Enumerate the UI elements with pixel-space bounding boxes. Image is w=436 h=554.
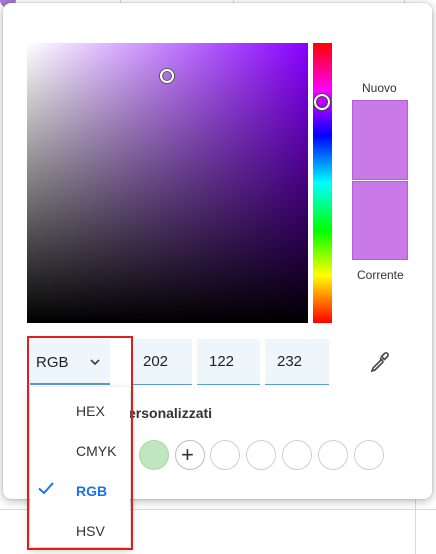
eyedropper-icon[interactable] xyxy=(367,350,391,374)
hue-handle[interactable] xyxy=(314,94,330,110)
custom-color-slot[interactable] xyxy=(139,440,169,470)
color-mode-value: RGB xyxy=(36,354,69,371)
current-color-swatch[interactable] xyxy=(352,181,408,260)
blue-input[interactable]: 232 xyxy=(265,339,329,385)
background-divider xyxy=(415,499,416,554)
dropdown-option-hex[interactable]: HEX xyxy=(30,389,130,429)
add-custom-color-button[interactable]: + xyxy=(175,440,205,470)
hue-slider[interactable] xyxy=(313,43,332,323)
plus-icon: + xyxy=(181,442,194,467)
custom-color-slot-empty[interactable] xyxy=(282,440,312,470)
saturation-value-area[interactable] xyxy=(27,43,308,323)
blue-value: 232 xyxy=(277,353,303,370)
custom-color-slot-empty[interactable] xyxy=(318,440,348,470)
current-color-label: Corrente xyxy=(357,268,404,282)
check-icon xyxy=(38,482,54,495)
chevron-down-icon xyxy=(90,359,100,366)
color-mode-select[interactable]: RGB xyxy=(30,339,110,385)
custom-color-slot-empty[interactable] xyxy=(246,440,276,470)
option-label: HSV xyxy=(76,523,105,539)
option-label: CMYK xyxy=(76,443,117,459)
color-mode-dropdown: HEX CMYK RGB HSV xyxy=(30,387,130,547)
new-color-label: Nuovo xyxy=(362,81,397,95)
green-input[interactable]: 122 xyxy=(197,339,260,385)
dropdown-option-hsv[interactable]: HSV xyxy=(30,509,130,549)
dropdown-option-rgb[interactable]: RGB xyxy=(30,469,130,509)
option-label: RGB xyxy=(76,483,108,499)
dropdown-option-cmyk[interactable]: CMYK xyxy=(30,429,130,469)
custom-color-slot-empty[interactable] xyxy=(354,440,384,470)
new-color-swatch xyxy=(352,100,408,180)
custom-colors-label: ersonalizzati xyxy=(128,405,213,421)
green-value: 122 xyxy=(209,353,235,370)
saturation-handle[interactable] xyxy=(160,69,174,83)
red-input[interactable]: 202 xyxy=(131,339,192,385)
red-value: 202 xyxy=(143,353,169,370)
custom-color-slot-empty[interactable] xyxy=(210,440,240,470)
option-label: HEX xyxy=(76,403,105,419)
